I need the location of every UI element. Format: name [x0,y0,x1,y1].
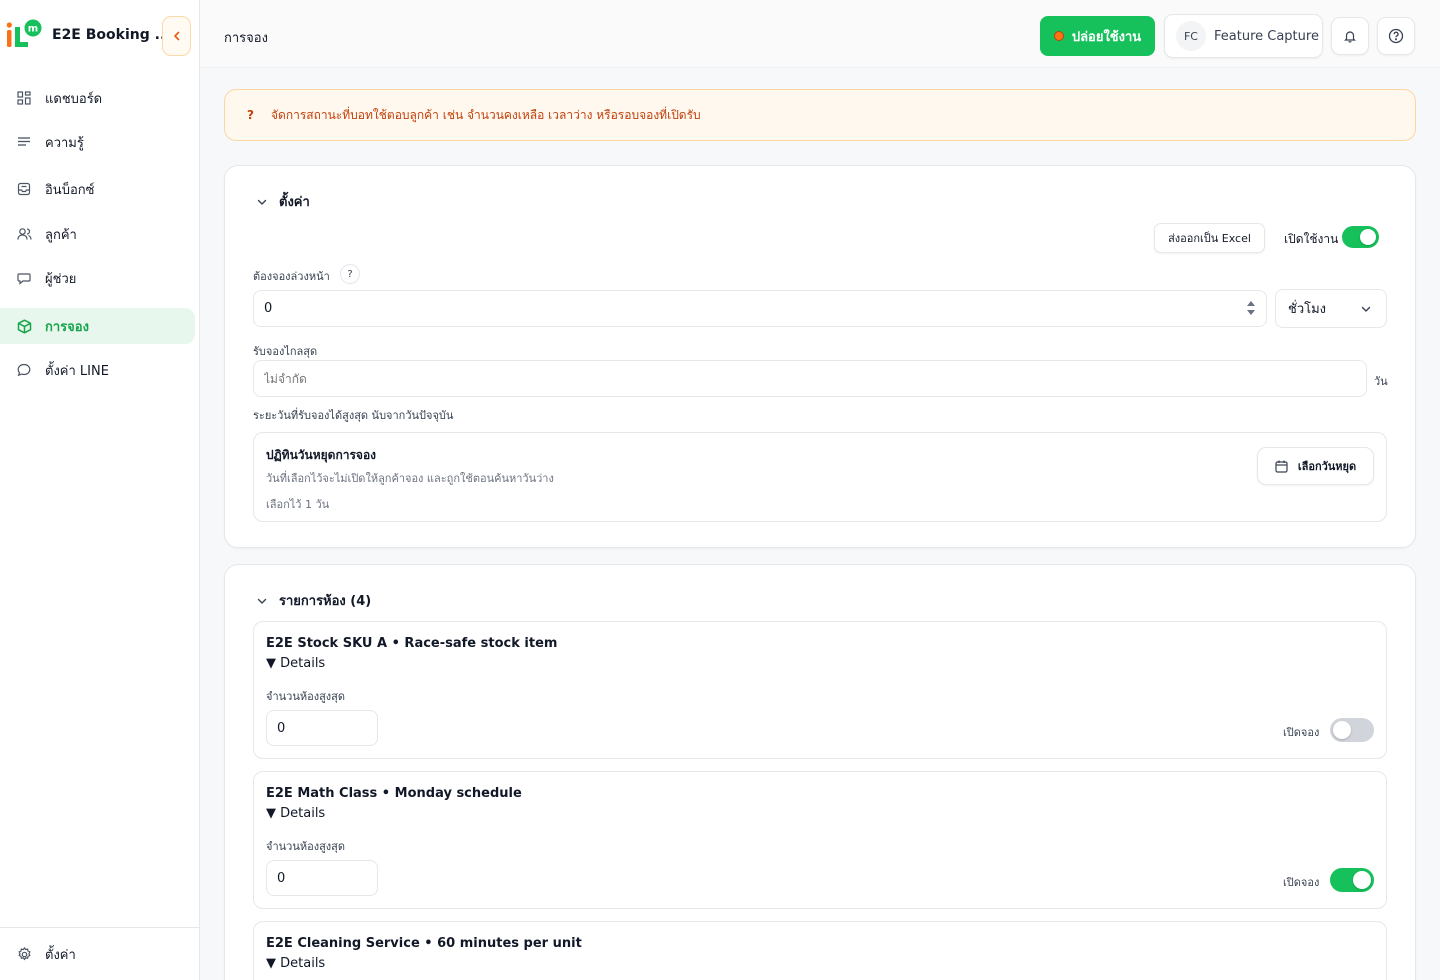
room-title: E2E Stock SKU A • Race-safe stock item [266,636,558,651]
sidebar-item-settings[interactable]: ตั้งค่า [0,936,195,972]
number-spinner-icon[interactable] [1246,298,1256,318]
sidebar-item-inbox[interactable]: อินบ็อกซ์ [0,171,195,207]
info-alert: ? จัดการสถานะที่บอทใช้ตอบลูกค้า เช่น จำน… [224,89,1416,141]
details-toggle[interactable]: ▼ Details [266,656,325,671]
ilm-logo: m [6,18,42,52]
sidebar-item-label: ลูกค้า [45,227,77,243]
collapse-sidebar-button[interactable] [162,16,191,56]
advance-booking-label: ต้องจองล่วงหน้า [253,270,330,283]
avatar: FC [1176,21,1206,51]
feature-capture-label: Feature Capture [1214,28,1319,44]
max-rooms-input[interactable]: 0 [266,710,378,746]
feature-capture-button[interactable]: FC Feature Capture [1164,14,1323,58]
sidebar-item-label: แดชบอร์ด [45,91,103,107]
select-holiday-button[interactable]: เลือกวันหยุด [1257,447,1374,485]
sidebar-item-assistant[interactable]: ผู้ช่วย [0,260,195,296]
grid-icon [16,90,32,106]
sidebar-item-label: ผู้ช่วย [45,271,77,287]
time-unit-value: ชั่วโมง [1288,302,1327,317]
max-rooms-input[interactable]: 0 [266,860,378,896]
time-unit-select[interactable]: ชั่วโมง [1275,289,1387,328]
settings-card: ตั้งค่า ส่งออกเป็น Excel เปิดใช้งาน ต้อง… [224,165,1416,548]
open-booking-toggle[interactable] [1330,718,1374,742]
max-rooms-value: 0 [277,720,286,736]
open-booking-label: เปิดจอง [1283,726,1320,739]
sidebar-item-label: ตั้งค่า [45,947,76,963]
rooms-card: รายการห้อง (4) E2E Stock SKU A • Race-sa… [224,564,1416,980]
max-rooms-value: 0 [277,870,286,886]
open-booking-toggle[interactable] [1330,868,1374,892]
release-button-label: ปล่อยใช้งาน [1071,29,1142,45]
advance-booking-input[interactable]: 0 [253,290,1267,327]
sidebar-item-dashboard[interactable]: แดชบอร์ด [0,80,195,116]
room-title: E2E Math Class • Monday schedule [266,786,522,801]
room-title: E2E Cleaning Service • 60 minutes per un… [266,936,582,951]
chevron-down-icon [253,592,271,610]
export-excel-button[interactable]: ส่งออกเป็น Excel [1154,223,1265,253]
holiday-description: วันที่เลือกไว้จะไม่เปิดให้ลูกค้าจอง และถ… [266,472,554,485]
chat-bubble-icon [16,362,32,378]
toggle-knob [1333,721,1351,739]
help-button[interactable] [1377,17,1415,55]
max-booking-hint: ระยะวันที่รับจองได้สูงสุด นับจากวันปัจจุ… [253,409,454,422]
select-holiday-label: เลือกวันหยุด [1297,460,1357,473]
brand-name: E2E Booking ... [52,27,171,43]
advance-booking-value: 0 [264,301,273,316]
max-rooms-label: จำนวนห้องสูงสุด [266,690,346,703]
brand[interactable]: m E2E Booking ... [6,18,171,52]
settings-title: ตั้งค่า [279,195,310,210]
sidebar-item-label: ตั้งค่า LINE [45,363,109,379]
max-booking-unit: วัน [1374,375,1388,388]
chevron-down-icon [1360,303,1372,315]
svg-text:m: m [28,24,38,35]
sidebar-item-line-settings[interactable]: ตั้งค่า LINE [0,352,195,388]
question-mark-icon: ? [247,108,254,122]
users-icon [16,226,32,242]
enable-label: เปิดใช้งาน [1284,232,1339,246]
sidebar-item-label: การจอง [45,319,89,335]
details-toggle[interactable]: ▼ Details [266,956,325,971]
calendar-icon [1275,460,1288,473]
top-bar: การจอง ปล่อยใช้งาน FC Feature Capture [200,0,1440,68]
holiday-calendar-panel: ปฏิทินวันหยุดการจอง วันที่เลือกไว้จะไม่เ… [253,432,1387,522]
rooms-title: รายการห้อง (4) [279,594,372,609]
inbox-icon [16,181,32,197]
max-booking-input[interactable] [253,360,1367,397]
room-item: E2E Math Class • Monday schedule ▼ Detai… [253,771,1387,909]
sidebar: m E2E Booking ... แดชบอร์ด ความรู้ อินบ็… [0,0,200,980]
holiday-title: ปฏิทินวันหยุดการจอง [266,448,377,462]
notifications-button[interactable] [1331,17,1369,55]
rooms-section-toggle[interactable]: รายการห้อง (4) [253,590,371,611]
breadcrumb: การจอง [224,31,268,46]
gear-icon [16,946,32,962]
max-booking-label: รับจองไกลสุด [253,345,318,358]
help-circle-icon [1388,28,1404,44]
release-button[interactable]: ปล่อยใช้งาน [1040,16,1155,56]
alert-text: จัดการสถานะที่บอทใช้ตอบลูกค้า เช่น จำนวน… [271,107,701,122]
chevron-down-icon [253,193,271,211]
settings-section-toggle[interactable]: ตั้งค่า [253,191,310,212]
chat-icon [16,270,32,286]
room-item: E2E Stock SKU A • Race-safe stock item ▼… [253,621,1387,759]
lines-icon [16,134,32,150]
sidebar-item-label: ความรู้ [45,135,84,151]
sidebar-footer: ตั้งค่า [0,927,199,980]
enable-toggle[interactable] [1342,226,1379,248]
status-dot-icon [1053,31,1064,41]
room-item: E2E Cleaning Service • 60 minutes per un… [253,921,1387,980]
sidebar-item-knowledge[interactable]: ความรู้ [0,124,195,160]
sidebar-item-label: อินบ็อกซ์ [45,182,95,198]
bell-icon [1343,29,1357,43]
details-toggle[interactable]: ▼ Details [266,806,325,821]
chevron-left-icon [171,30,183,42]
help-icon[interactable]: ? [340,264,360,284]
open-booking-label: เปิดจอง [1283,876,1320,889]
sidebar-item-customers[interactable]: ลูกค้า [0,216,195,252]
holiday-selected-count: เลือกไว้ 1 วัน [266,498,330,511]
box-icon [16,318,32,334]
sidebar-item-booking[interactable]: การจอง [0,308,195,344]
toggle-knob [1353,871,1371,889]
max-rooms-label: จำนวนห้องสูงสุด [266,840,346,853]
toggle-knob [1360,229,1376,245]
